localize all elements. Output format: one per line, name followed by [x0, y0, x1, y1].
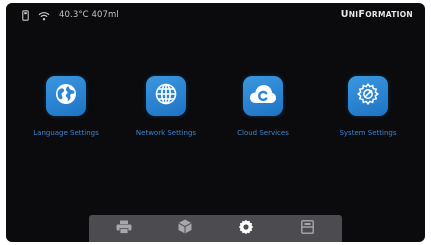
network-settings-label: Network Settings	[135, 129, 197, 137]
language-settings-button[interactable]	[46, 76, 86, 116]
cloud-services-tile[interactable]: Cloud Services	[213, 76, 313, 137]
temperature-volume-readout: 40.3°C 407ml	[59, 10, 119, 20]
brand-letter: U	[340, 9, 349, 20]
printer-icon	[116, 219, 132, 238]
language-settings-tile[interactable]: Language Settings	[16, 76, 116, 137]
system-gear-icon	[356, 82, 380, 110]
bottom-dock	[89, 215, 342, 242]
system-settings-tile[interactable]: System Settings	[318, 76, 418, 137]
printer-screen: 40.3°C 407ml UniFormation Language Setti…	[6, 3, 425, 242]
system-settings-label: System Settings	[339, 129, 397, 137]
usb-icon	[22, 6, 29, 25]
cloud-services-button[interactable]	[243, 76, 283, 116]
dock-settings-button[interactable]	[235, 218, 257, 240]
model-cube-icon	[178, 219, 192, 238]
dock-print-button[interactable]	[113, 218, 135, 240]
tools-box-icon	[300, 219, 314, 238]
brand-part: ormation	[365, 10, 413, 19]
network-globe-icon	[154, 82, 178, 110]
status-bar: 40.3°C 407ml UniFormation	[6, 3, 425, 27]
wifi-icon	[38, 6, 50, 25]
brand-part: ni	[348, 10, 359, 19]
network-settings-tile[interactable]: Network Settings	[116, 76, 216, 137]
dock-tools-button[interactable]	[296, 218, 318, 240]
language-settings-label: Language Settings	[33, 129, 99, 137]
cloud-services-label: Cloud Services	[237, 129, 289, 137]
status-left: 40.3°C 407ml	[22, 8, 119, 22]
cloud-icon	[249, 83, 277, 109]
network-settings-button[interactable]	[146, 76, 186, 116]
dock-model-button[interactable]	[174, 218, 196, 240]
settings-gear-icon	[238, 219, 254, 239]
brand-logo: UniFormation	[341, 9, 413, 20]
system-settings-button[interactable]	[348, 76, 388, 116]
globe-icon	[54, 82, 78, 110]
